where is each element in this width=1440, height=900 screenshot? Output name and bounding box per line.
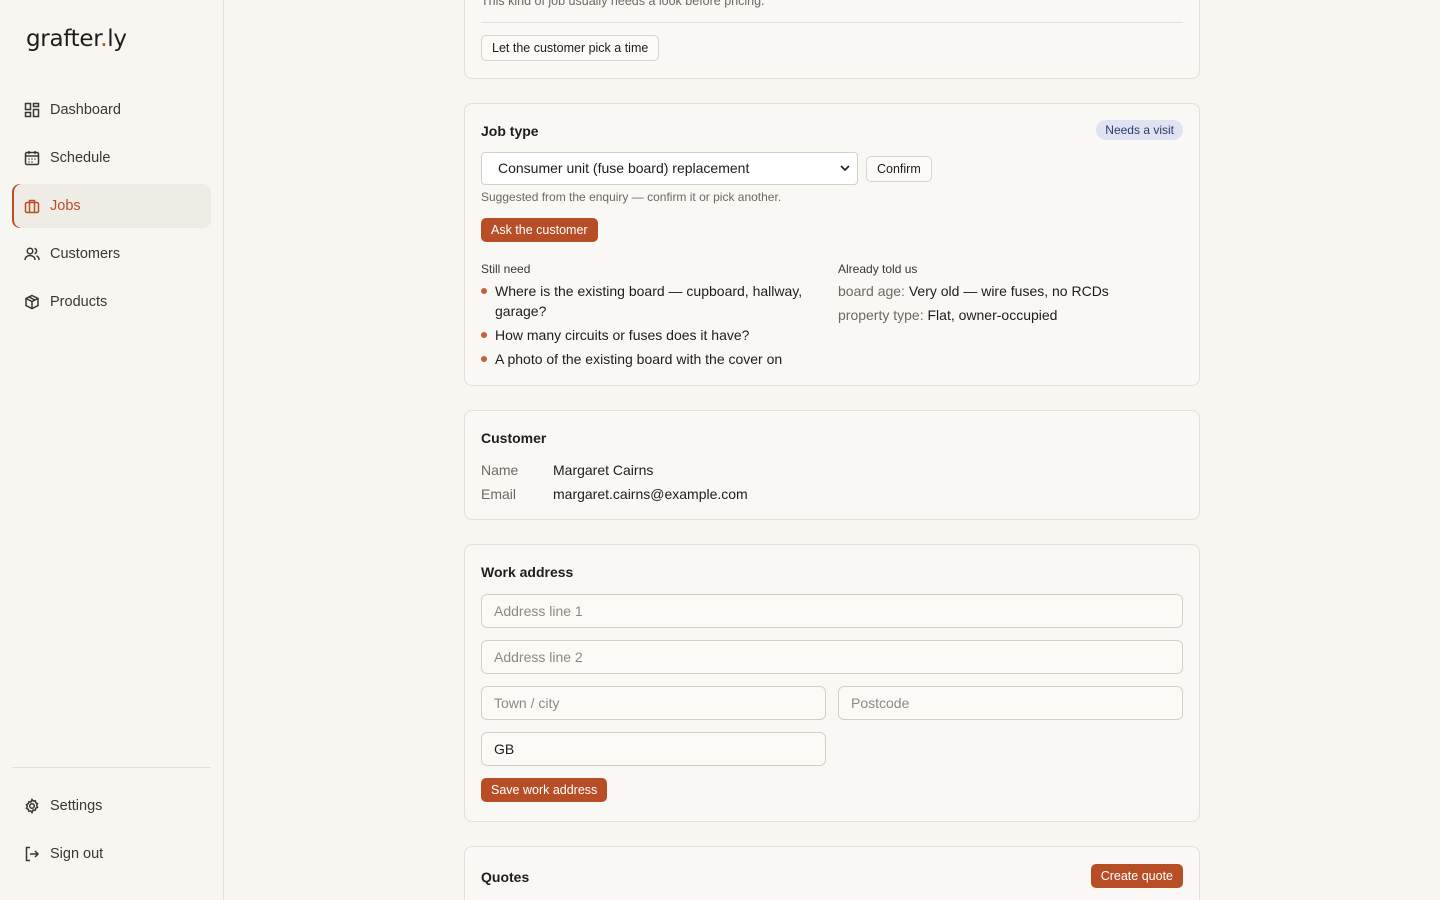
told-value: Very old — wire fuses, no RCDs [908,283,1109,299]
dashboard-icon [24,102,40,118]
address-line1-input[interactable] [481,594,1183,628]
calendar-icon [24,150,40,166]
still-need-list: Where is the existing board — cupboard, … [481,281,826,373]
nav-label: Customers [50,246,121,262]
customer-email: margaret.cairns@example.com [553,486,748,502]
told-key: property type: [838,307,924,323]
told-value: Flat, owner-occupied [927,307,1058,323]
nav-label: Schedule [50,150,111,166]
nav-item-jobs[interactable]: Jobs [12,184,211,228]
still-need-label: Still need [481,262,531,276]
address-title: Work address [481,564,574,580]
sidebar-divider [12,767,211,768]
bottom-nav: Settings Sign out [12,784,211,880]
job-type-select[interactable]: Consumer unit (fuse board) replacement [481,152,858,185]
told-list: board age: Very old — wire fuses, no RCD… [838,279,1109,327]
status-badge: Needs a visit [1096,120,1183,140]
quotes-card: Quotes Create quote [464,846,1200,900]
brand-logo[interactable]: grafter.ly [26,26,127,52]
sidebar: grafter.ly Dashboard Schedule Jobs Custo… [0,0,224,900]
nav-item-dashboard[interactable]: Dashboard [12,88,211,132]
nav-label: Products [50,294,108,310]
list-item: A photo of the existing board with the c… [481,349,826,369]
users-icon [24,246,40,262]
name-label: Name [481,462,519,478]
briefcase-icon [24,198,40,214]
visit-note: This kind of job usually needs a look be… [481,0,765,8]
customer-name: Margaret Cairns [553,462,654,478]
nav-item-settings[interactable]: Settings [12,784,211,828]
brand-suffix: ly [107,26,127,52]
nav-item-customers[interactable]: Customers [12,232,211,276]
box-icon [24,294,40,310]
customer-card: Customer Name Margaret Cairns Email margar… [464,410,1200,520]
postcode-input[interactable] [838,686,1183,720]
nav-label: Jobs [50,198,81,214]
email-label: Email [481,486,517,502]
told-item: property type: Flat, owner-occupied [838,303,1109,327]
customer-title: Customer [481,430,547,446]
nav-item-schedule[interactable]: Schedule [12,136,211,180]
told-label: Already told us [838,262,918,276]
job-type-selected: Consumer unit (fuse board) replacement [498,160,750,176]
town-input[interactable] [481,686,826,720]
address-card: Work address Save work address [464,544,1200,822]
confirm-button[interactable]: Confirm [866,156,932,182]
address-line2-input[interactable] [481,640,1183,674]
job-type-card: Job type Needs a visit Consumer unit (fu… [464,103,1200,386]
told-key: board age: [838,283,905,299]
quotes-title: Quotes [481,869,530,885]
visit-card: This kind of job usually needs a look be… [464,0,1200,79]
country-input[interactable] [481,732,826,766]
gear-icon [24,798,40,814]
nav-label: Settings [50,798,103,814]
nav-label: Sign out [50,846,104,862]
job-type-hint: Suggested from the enquiry — confirm it … [481,190,782,204]
customer-email-row: Email margaret.cairns@example.com [481,482,748,506]
nav-item-sign-out[interactable]: Sign out [12,832,211,876]
job-type-title: Job type [481,123,539,139]
customer-name-row: Name Margaret Cairns [481,458,653,482]
ask-customer-button[interactable]: Ask the customer [481,218,598,242]
nav-label: Dashboard [50,102,121,118]
sign-out-icon [24,846,40,862]
nav-item-products[interactable]: Products [12,280,211,324]
create-quote-button[interactable]: Create quote [1090,864,1183,888]
chevron-down-icon [840,165,850,172]
main-nav: Dashboard Schedule Jobs Customers Produc… [12,88,211,328]
list-item: Where is the existing board — cupboard, … [481,281,826,321]
pick-time-button[interactable]: Let the customer pick a time [481,35,660,61]
list-item: How many circuits or fuses does it have? [481,325,826,345]
visit-divider [481,22,1183,23]
save-address-button[interactable]: Save work address [481,778,608,802]
told-item: board age: Very old — wire fuses, no RCD… [838,279,1109,303]
brand-name: grafter [26,26,101,52]
